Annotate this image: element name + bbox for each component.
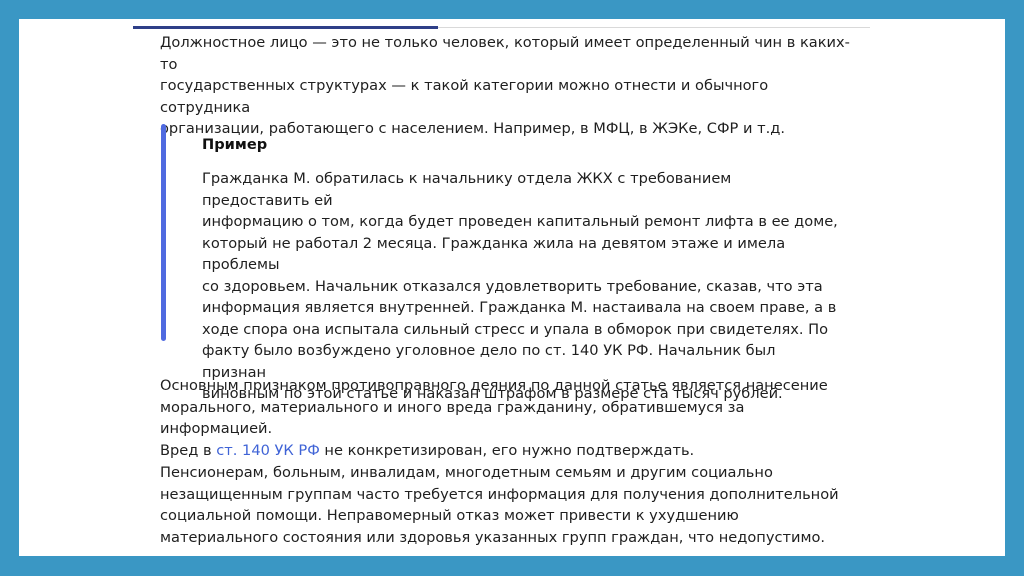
article-140-link[interactable]: ст. 140 УК РФ	[216, 442, 320, 459]
text-line: морального, материального и иного вреда …	[160, 398, 745, 438]
vulnerable-groups-paragraph: Пенсионерам, больным, инвалидам, многоде…	[160, 462, 860, 548]
header-accent-rule	[133, 26, 438, 29]
harm-paragraph: Основным признаком противоправного деяни…	[160, 375, 860, 461]
example-title: Пример	[202, 136, 268, 153]
text-line: государственных структурах — к такой кат…	[160, 77, 769, 116]
text-line: со здоровьем. Начальник отказался удовле…	[202, 277, 823, 295]
text-line: Пенсионерам, больным, инвалидам, многоде…	[160, 464, 773, 481]
text-line-start: Вред в	[160, 441, 217, 459]
text-line: информацию о том, когда будет проведен к…	[202, 213, 838, 230]
text-line: материального состояния или здоровья ука…	[160, 528, 826, 546]
text-line: незащищенным группам часто требуется инф…	[160, 485, 839, 503]
intro-paragraph: Должностное лицо — это не только человек…	[160, 32, 860, 140]
text-line: Гражданка М. обратилась к начальнику отд…	[202, 170, 732, 209]
header-divider	[438, 27, 870, 28]
example-quote-bar	[161, 124, 166, 341]
text-line: который не работал 2 месяца. Гражданка ж…	[202, 234, 786, 274]
text-line: информация является внутренней. Гражданк…	[202, 299, 837, 316]
text-line: Должностное лицо — это не только человек…	[160, 34, 850, 73]
text-line-end: не конкретизирован, его нужно подтвержда…	[319, 441, 695, 459]
text-line: социальной помощи. Неправомерный отказ м…	[160, 507, 739, 524]
text-line: ходе спора она испытала сильный стресс и…	[202, 320, 829, 338]
example-body: Гражданка М. обратилась к начальнику отд…	[202, 168, 842, 405]
text-line: Основным признаком противоправного деяни…	[160, 377, 828, 394]
